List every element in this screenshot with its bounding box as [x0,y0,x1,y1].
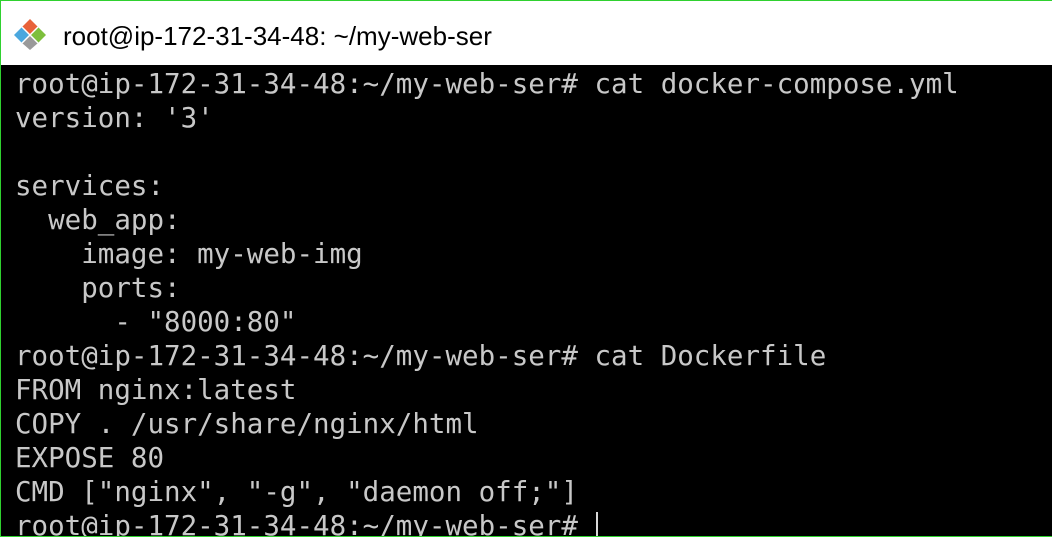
output-line: version: '3' [15,102,214,134]
terminal-lines: root@ip-172-31-34-48:~/my-web-ser# cat d… [15,67,1052,537]
output-line: EXPOSE 80 [15,442,165,474]
git-diamond-icon [14,18,46,50]
window-title: root@ip-172-31-34-48: ~/my-web-ser [63,21,492,51]
output-line: services: [15,170,165,202]
output-line: COPY . /usr/share/nginx/html [15,408,479,440]
output-line [15,135,1052,169]
text-cursor [596,512,599,536]
output-line: ports: [15,272,181,304]
title-bar[interactable]: root@ip-172-31-34-48: ~/my-web-ser [1,1,1052,65]
output-line: image: my-web-img [15,238,363,270]
output-line: FROM nginx:latest [15,374,297,406]
command-line: root@ip-172-31-34-48:~/my-web-ser# cat d… [15,68,959,100]
output-line: - "8000:80" [15,306,297,338]
terminal-window: root@ip-172-31-34-48: ~/my-web-ser root@… [0,0,1052,537]
output-line: CMD ["nginx", "-g", "daemon off;"] [15,476,578,508]
command-line: root@ip-172-31-34-48:~/my-web-ser# cat D… [15,340,827,372]
prompt-line[interactable]: root@ip-172-31-34-48:~/my-web-ser# [15,509,1052,537]
prompt-text: root@ip-172-31-34-48:~/my-web-ser# [15,510,595,537]
terminal-output[interactable]: root@ip-172-31-34-48:~/my-web-ser# cat d… [1,65,1052,537]
output-line: web_app: [15,204,181,236]
